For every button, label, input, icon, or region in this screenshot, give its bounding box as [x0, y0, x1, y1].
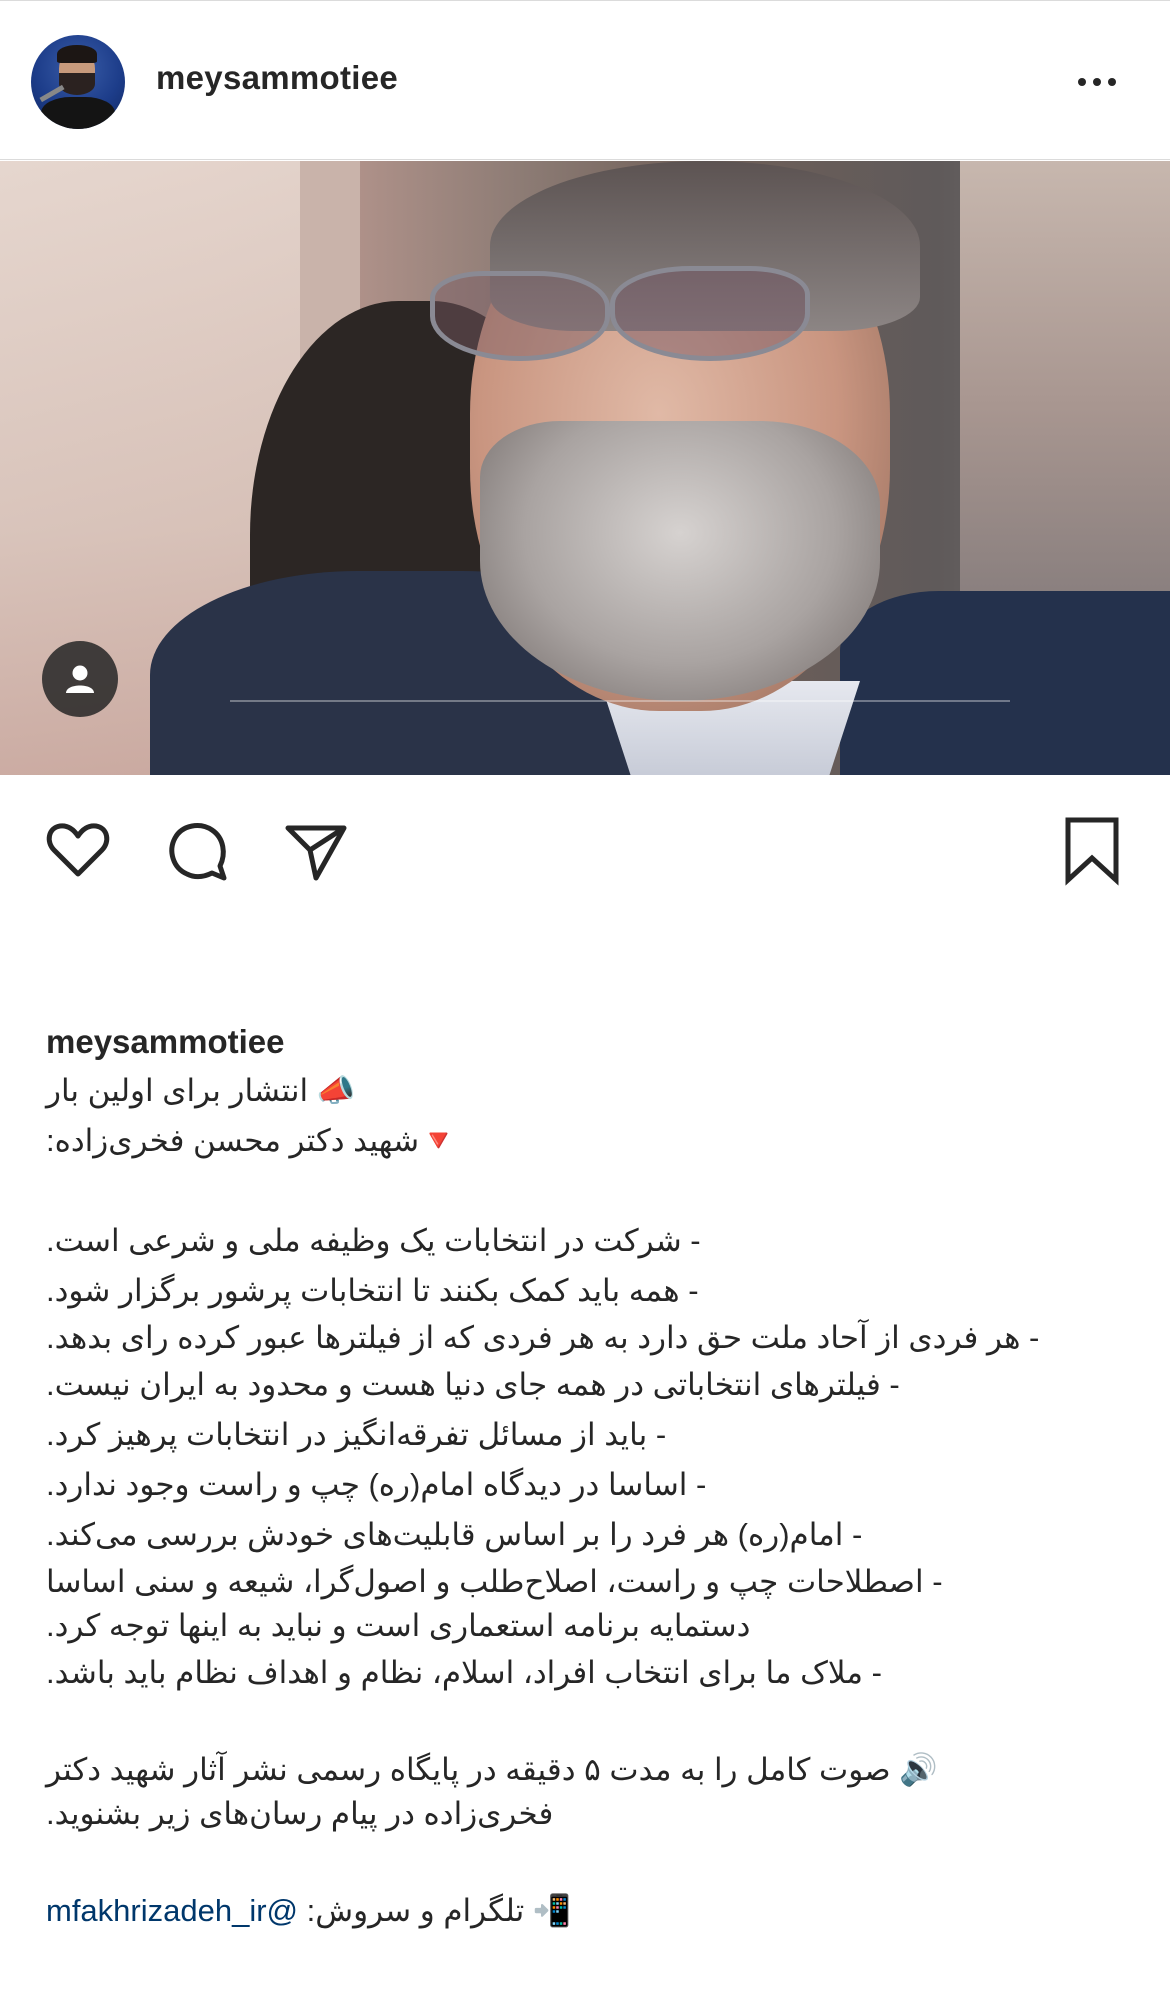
caption-line: - هر فردی از آحاد ملت حق دارد به هر فردی…: [46, 1320, 1040, 1355]
caption-line: - امام(ره) هر فرد را بر اساس قابلیت‌های …: [46, 1517, 863, 1552]
caption-line: 🔊 صوت کامل را به مدت ۵ دقیقه در پایگاه ر…: [46, 1752, 938, 1831]
caption-line: - ملاک ما برای انتخاب افراد، اسلام، نظام…: [46, 1655, 882, 1690]
send-icon[interactable]: [280, 814, 352, 886]
avatar-beard-shape: [59, 73, 95, 95]
caption-line: - همه باید کمک بکنند تا انتخابات پرشور ب…: [46, 1273, 699, 1308]
avatar-hair-shape: [57, 45, 97, 63]
more-horizontal-icon[interactable]: [1078, 67, 1126, 97]
caption-line: - شرکت در انتخابات یک وظیفه ملی و شرعی ا…: [46, 1223, 701, 1258]
image-overlay-line: [230, 700, 1010, 702]
heart-icon[interactable]: [42, 814, 114, 886]
caption-channel-label: 📲 تلگرام و سروش:: [298, 1893, 572, 1928]
post-header: meysammotiee: [0, 0, 1170, 160]
channel-link[interactable]: @mfakhrizadeh_ir: [46, 1893, 298, 1928]
post-image[interactable]: [0, 161, 1170, 775]
caption-last-line: 📲 تلگرام و سروش: @mfakhrizadeh_ir: [46, 1886, 1126, 1936]
post-caption: meysammotiee 📣 انتشار برای اولین بار 🔻شه…: [46, 1018, 1126, 1936]
image-suit: [840, 591, 1170, 775]
action-bar: [0, 800, 1170, 890]
caption-line: - فیلترهای انتخاباتی در همه جای دنیا هست…: [46, 1367, 900, 1402]
caption-line: - باید از مسائل تفرقه‌انگیز در انتخابات …: [46, 1417, 667, 1452]
person-tag-icon[interactable]: [42, 641, 118, 717]
profile-avatar[interactable]: [31, 35, 125, 129]
avatar-body-shape: [41, 97, 115, 129]
caption-line: - اساسا در دیدگاه امام(ره) چپ و راست وجو…: [46, 1467, 707, 1502]
comment-icon[interactable]: [162, 814, 234, 886]
bookmark-icon[interactable]: [1056, 814, 1128, 886]
caption-username[interactable]: meysammotiee: [46, 1018, 1126, 1066]
caption-line: 📣 انتشار برای اولین بار: [46, 1073, 356, 1108]
caption-line: - اصطلاحات چپ و راست، اصلاح‌طلب و اصول‌گ…: [46, 1564, 943, 1643]
caption-line: 🔻شهید دکتر محسن فخری‌زاده:: [46, 1123, 458, 1158]
image-glasses-right: [610, 266, 810, 361]
header-username[interactable]: meysammotiee: [156, 59, 398, 97]
image-glasses-left: [430, 271, 610, 361]
image-beard: [480, 421, 880, 701]
